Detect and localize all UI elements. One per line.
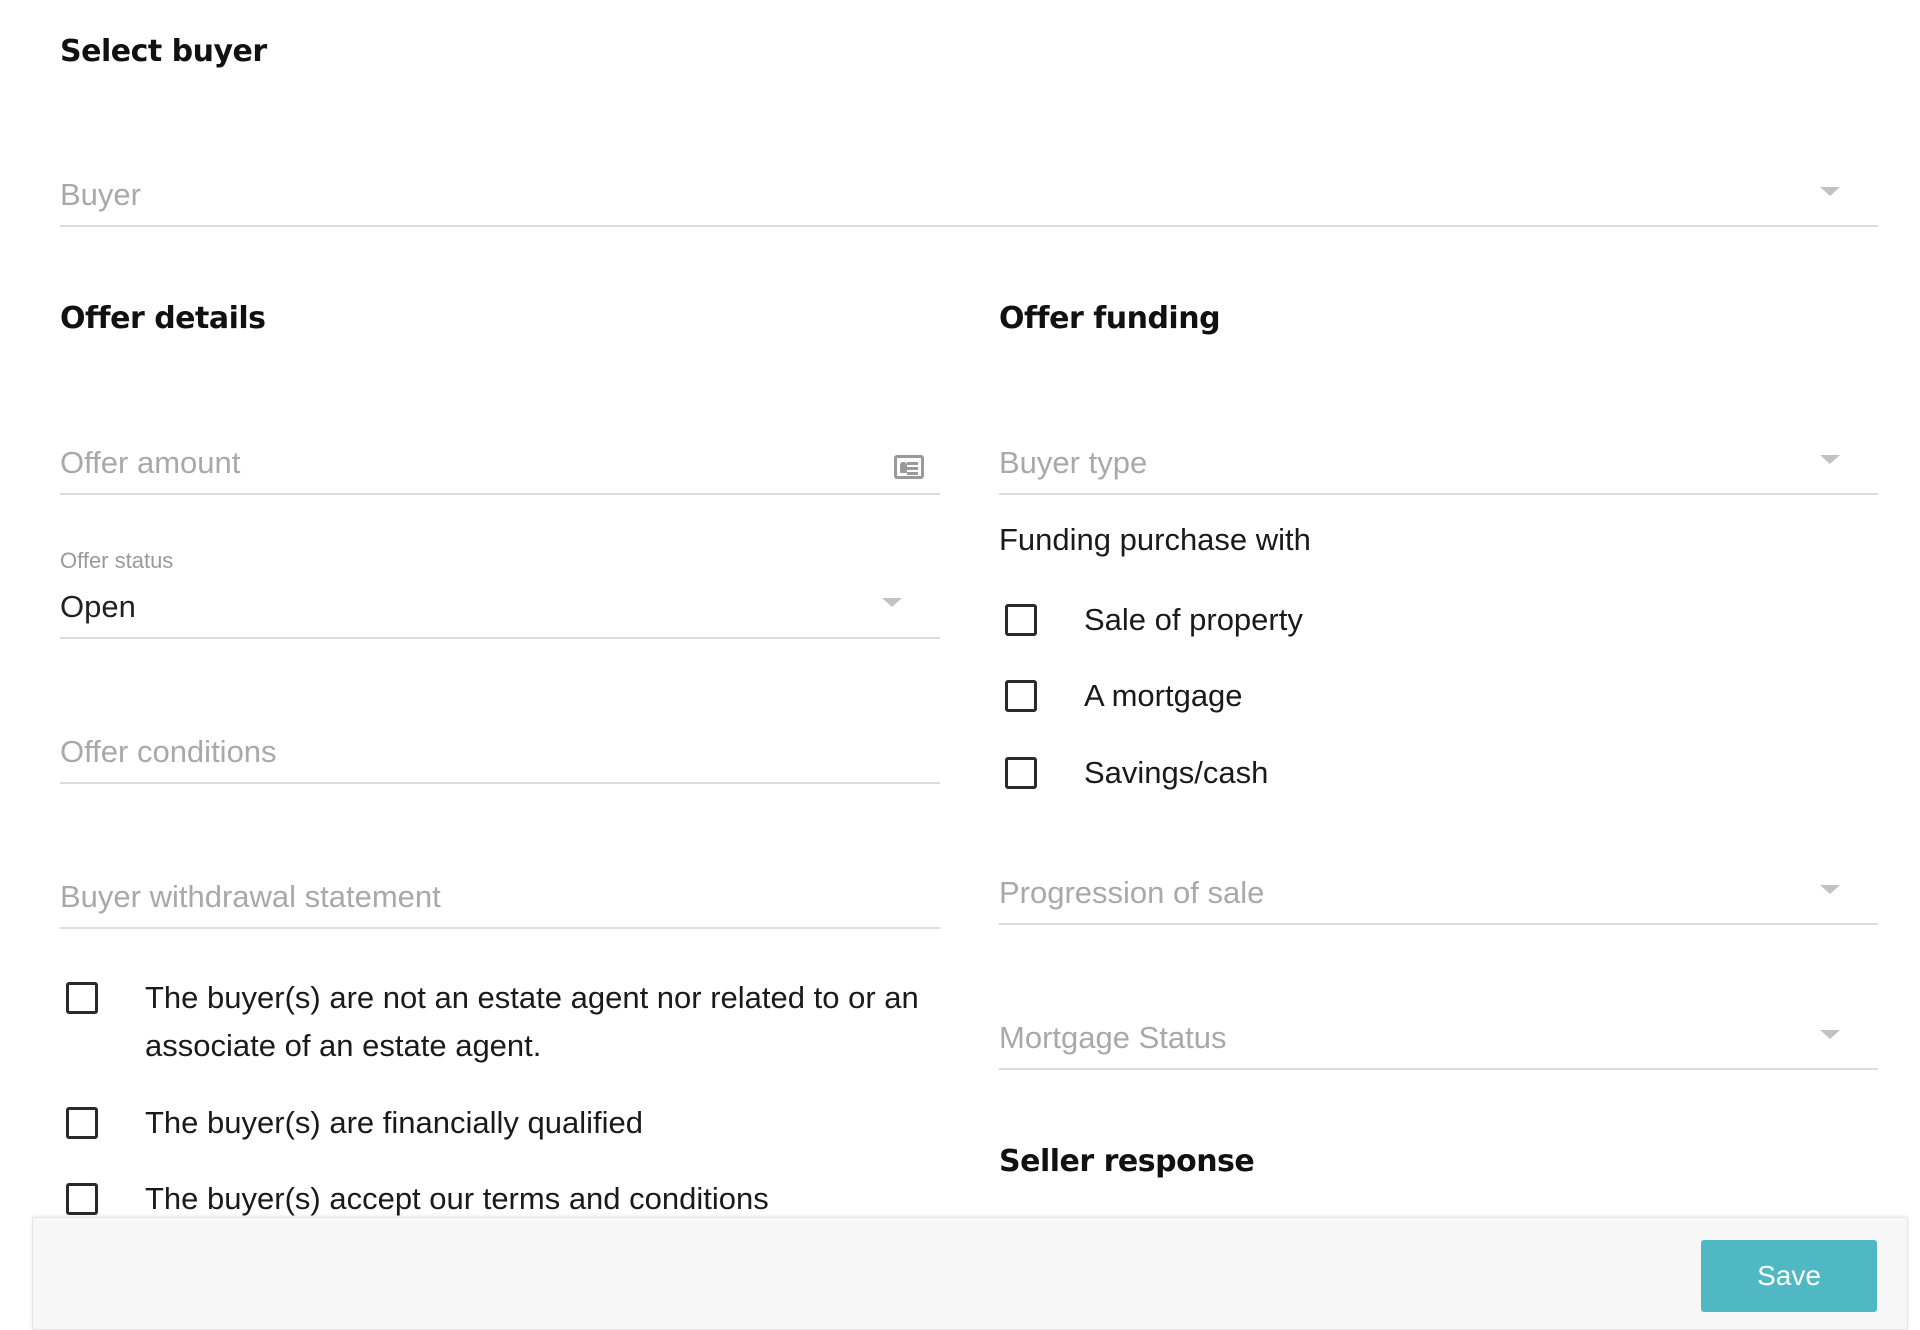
progression-placeholder: Progression of sale xyxy=(999,875,1265,910)
chevron-down-icon xyxy=(1820,187,1840,196)
chevron-down-icon xyxy=(1820,1030,1840,1039)
withdrawal-statement-input[interactable]: Buyer withdrawal statement xyxy=(60,862,940,929)
offer-conditions-input[interactable]: Offer conditions xyxy=(60,717,940,784)
buyer-select[interactable]: Buyer xyxy=(60,160,1878,227)
terms-accepted-checkbox[interactable] xyxy=(66,1183,98,1215)
funding-purchase-label: Funding purchase with xyxy=(999,522,1311,557)
withdrawal-statement-placeholder: Buyer withdrawal statement xyxy=(60,879,441,914)
financially-qualified-checkbox[interactable] xyxy=(66,1107,98,1139)
agent-declaration-row[interactable]: The buyer(s) are not an estate agent nor… xyxy=(66,974,919,1070)
chevron-down-icon xyxy=(882,598,902,607)
buyer-type-select[interactable]: Buyer type xyxy=(999,428,1878,495)
mortgage-label: A mortgage xyxy=(1084,678,1243,713)
agent-declaration-checkbox[interactable] xyxy=(66,982,98,1014)
offer-status-value: Open xyxy=(60,589,136,624)
savings-cash-label: Savings/cash xyxy=(1084,755,1269,790)
offer-status-select[interactable]: Offer status Open xyxy=(60,548,940,639)
seller-response-heading: Seller response xyxy=(999,1144,1255,1179)
chevron-down-icon xyxy=(1820,885,1840,894)
financially-qualified-label: The buyer(s) are financially qualified xyxy=(145,1105,643,1140)
offer-funding-heading: Offer funding xyxy=(999,301,1221,336)
funding-option-mortgage-row[interactable]: A mortgage xyxy=(1005,672,1243,720)
offer-form-page: Select buyer Buyer Offer details Offer a… xyxy=(0,0,1920,1330)
agent-declaration-line1: The buyer(s) are not an estate agent nor… xyxy=(145,980,919,1015)
offer-status-label: Offer status xyxy=(60,548,174,573)
sale-of-property-label: Sale of property xyxy=(1084,602,1303,637)
mortgage-checkbox[interactable] xyxy=(1005,680,1037,712)
select-buyer-heading: Select buyer xyxy=(60,34,267,69)
terms-accepted-row[interactable]: The buyer(s) accept our terms and condit… xyxy=(66,1175,769,1223)
mortgage-status-placeholder: Mortgage Status xyxy=(999,1020,1227,1055)
offer-details-heading: Offer details xyxy=(60,301,266,336)
buyer-placeholder: Buyer xyxy=(60,177,141,212)
financially-qualified-row[interactable]: The buyer(s) are financially qualified xyxy=(66,1099,643,1147)
chevron-down-icon xyxy=(1820,455,1840,464)
buyer-type-placeholder: Buyer type xyxy=(999,445,1148,480)
offer-amount-placeholder: Offer amount xyxy=(60,445,241,480)
offer-amount-input[interactable]: Offer amount xyxy=(60,428,940,495)
id-card-icon[interactable] xyxy=(894,455,924,479)
terms-accepted-label: The buyer(s) accept our terms and condit… xyxy=(145,1181,769,1216)
form-footer: Save xyxy=(32,1217,1908,1330)
progression-of-sale-select[interactable]: Progression of sale xyxy=(999,858,1878,925)
agent-declaration-label: The buyer(s) are not an estate agent nor… xyxy=(145,974,919,1070)
agent-declaration-line2: associate of an estate agent. xyxy=(145,1028,542,1063)
funding-option-savings-row[interactable]: Savings/cash xyxy=(1005,749,1268,797)
savings-cash-checkbox[interactable] xyxy=(1005,757,1037,789)
funding-option-sale-row[interactable]: Sale of property xyxy=(1005,596,1303,644)
mortgage-status-select[interactable]: Mortgage Status xyxy=(999,1003,1878,1070)
sale-of-property-checkbox[interactable] xyxy=(1005,604,1037,636)
save-button[interactable]: Save xyxy=(1701,1240,1877,1312)
offer-conditions-placeholder: Offer conditions xyxy=(60,734,277,769)
